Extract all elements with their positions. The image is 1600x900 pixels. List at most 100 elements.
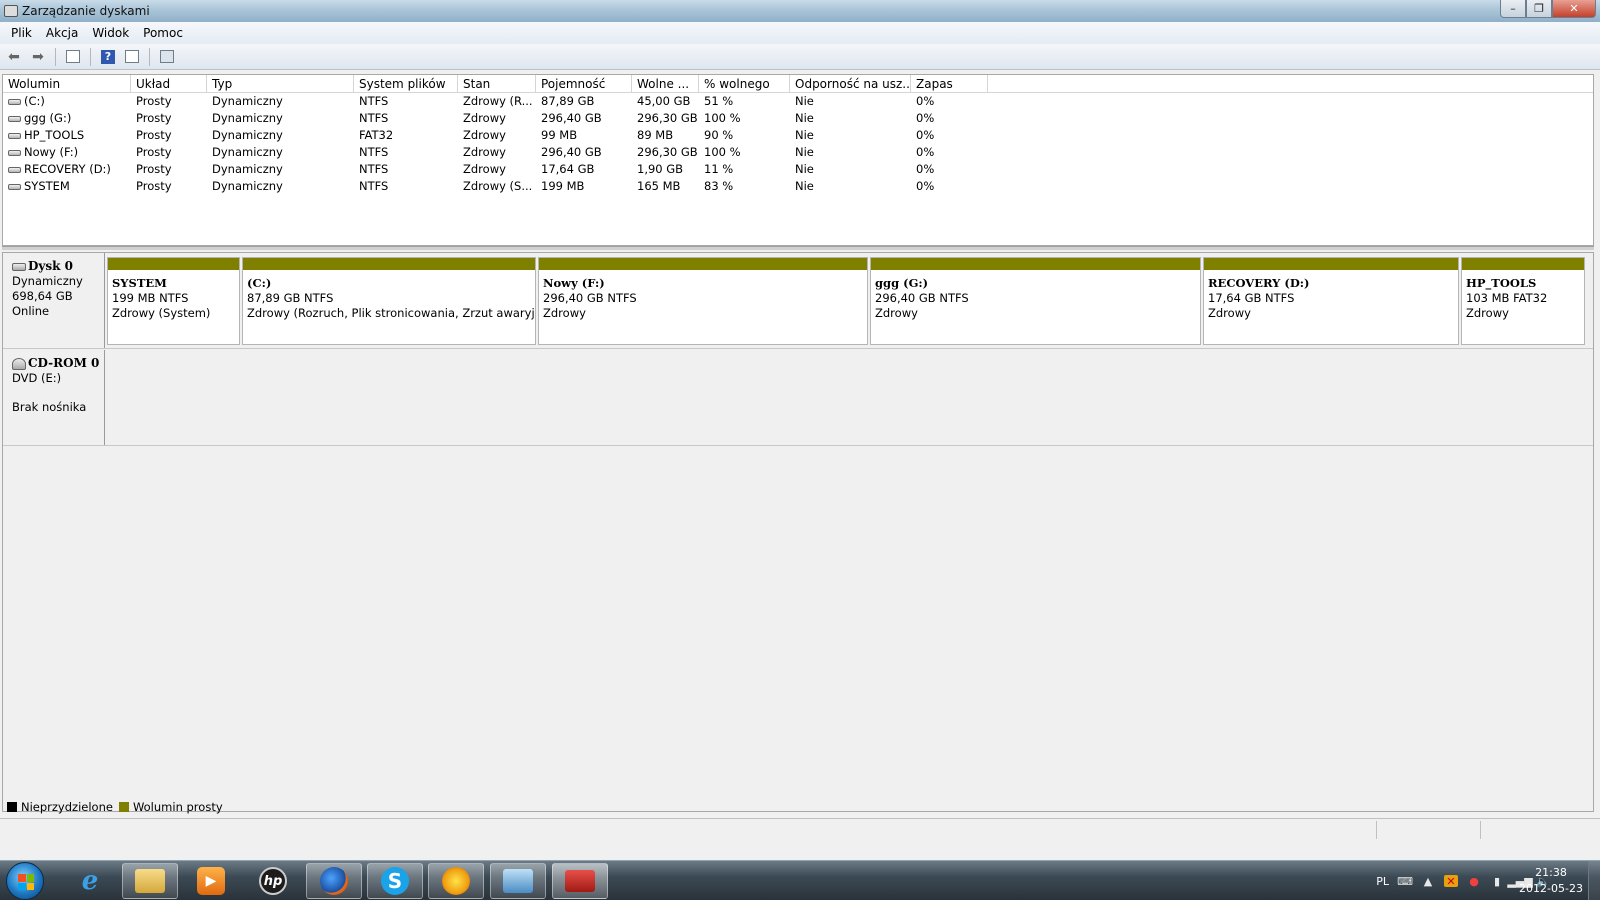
partition-status: Zdrowy (System) <box>112 306 211 320</box>
taskbar-media-player[interactable]: ▶ <box>183 863 239 899</box>
disk-0-size: 698,64 GB <box>12 289 73 303</box>
internet-explorer-icon: e <box>81 866 99 896</box>
partition-system[interactable]: SYSTEM 199 MB NTFS Zdrowy (System) <box>107 257 240 345</box>
table-row[interactable]: (C:) Prosty Dynamiczny NTFS Zdrowy (R... 87,8… <box>3 93 1593 110</box>
disk-0-status: Online <box>12 304 50 318</box>
volume-label: (C:) <box>24 94 45 108</box>
menu-plik[interactable]: Plik <box>4 26 39 40</box>
partition-color-bar <box>243 258 535 270</box>
keyboard-icon[interactable]: ⌨ <box>1397 875 1413 888</box>
column-header-procent-wolnego[interactable]: % wolnego <box>699 75 790 92</box>
column-header-typ[interactable]: Typ <box>207 75 354 92</box>
partition-size: 296,40 GB NTFS <box>875 291 969 305</box>
cell-volume-name: (C:) <box>3 93 131 110</box>
taskbar-firefox[interactable] <box>306 863 362 899</box>
column-header-system-plikow[interactable]: System plików <box>354 75 458 92</box>
partition-f[interactable]: Nowy (F:) 296,40 GB NTFS Zdrowy <box>538 257 868 345</box>
table-row[interactable]: HP_TOOLS Prosty Dynamiczny FAT32 Zdrowy 99 MB… <box>3 127 1593 144</box>
cell-percent-free: 11 % <box>704 162 734 176</box>
antivirus-icon[interactable]: ● <box>1467 875 1481 888</box>
maximize-button[interactable]: ❐ <box>1526 0 1552 18</box>
language-indicator[interactable]: PL <box>1376 875 1389 888</box>
partition-d[interactable]: RECOVERY (D:) 17,64 GB NTFS Zdrowy <box>1203 257 1459 345</box>
partition-c[interactable]: (C:) 87,89 GB NTFS Zdrowy (Rozruch, Plik… <box>242 257 536 345</box>
partition-size: 199 MB NTFS <box>112 291 189 305</box>
back-arrow-icon[interactable]: ⬅ <box>4 47 24 67</box>
column-header-wolumin[interactable]: Wolumin <box>3 75 131 92</box>
status-bar <box>0 818 1600 840</box>
forward-arrow-icon[interactable]: ➡ <box>28 47 48 67</box>
start-button[interactable] <box>6 862 44 900</box>
column-header-wolne[interactable]: Wolne ... <box>632 75 699 92</box>
properties-icon[interactable] <box>157 47 177 67</box>
partition-size: 17,64 GB NTFS <box>1208 291 1295 305</box>
cell-capacity: 296,40 GB <box>541 145 602 159</box>
taskbar-remote-desktop[interactable] <box>490 863 546 899</box>
menu-pomoc[interactable]: Pomoc <box>136 26 190 40</box>
column-header-uklad[interactable]: Układ <box>131 75 207 92</box>
show-hide-console-tree-icon[interactable] <box>63 47 83 67</box>
volume-list: Wolumin Układ Typ System plików Stan Poj… <box>2 74 1594 246</box>
partition-hp-tools[interactable]: HP_TOOLS 103 MB FAT32 Zdrowy <box>1461 257 1585 345</box>
partition-color-bar <box>539 258 867 270</box>
cell-free-space: 1,90 GB <box>637 162 684 176</box>
cell-free-space: 296,30 GB <box>637 111 698 125</box>
taskbar-skype[interactable]: S <box>367 863 423 899</box>
cell-free-space: 89 MB <box>637 128 674 142</box>
firefox-icon <box>320 867 348 895</box>
column-header-stan[interactable]: Stan <box>458 75 536 92</box>
action-center-icon[interactable]: ✕ <box>1444 875 1458 888</box>
battery-icon[interactable]: ▮ <box>1490 875 1504 888</box>
cell-overhead: 0% <box>916 145 935 159</box>
partition-name: RECOVERY (D:) <box>1208 276 1310 290</box>
cell-overhead: 0% <box>916 179 935 193</box>
table-row[interactable]: Nowy (F:) Prosty Dynamiczny NTFS Zdrowy 296,4… <box>3 144 1593 161</box>
table-row[interactable]: SYSTEM Prosty Dynamiczny NTFS Zdrowy (S... 19… <box>3 178 1593 195</box>
partition-status: Zdrowy <box>875 306 918 320</box>
partition-size: 103 MB FAT32 <box>1466 291 1548 305</box>
volume-label: HP_TOOLS <box>24 128 85 142</box>
window-controls: – ❐ ✕ <box>1500 0 1596 18</box>
cell-layout: Prosty <box>136 128 172 142</box>
cdrom-0-info[interactable]: CD-ROM 0 DVD (E:) Brak nośnika <box>3 350 105 445</box>
cdrom-0-drive: DVD (E:) <box>12 371 62 385</box>
partition-g[interactable]: ggg (G:) 296,40 GB NTFS Zdrowy <box>870 257 1201 345</box>
menu-akcja[interactable]: Akcja <box>39 26 85 40</box>
disk-0-info[interactable]: Dysk 0 Dynamiczny 698,64 GB Online <box>3 253 105 348</box>
partition-status: Zdrowy (Rozruch, Plik stronicowania, Zrz… <box>247 306 535 320</box>
cell-capacity: 199 MB <box>541 179 585 193</box>
cell-status: Zdrowy (S... <box>463 179 533 193</box>
column-header-odpornosc[interactable]: Odporność na usz... <box>790 75 911 92</box>
legend-unallocated: Nieprzydzielone <box>21 800 113 814</box>
cell-status: Zdrowy <box>463 128 506 142</box>
volume-drive-icon <box>8 149 21 156</box>
pane-splitter[interactable] <box>2 246 1594 250</box>
column-header-zapas[interactable]: Zapas <box>911 75 988 92</box>
taskbar-internet-explorer[interactable]: e <box>62 863 118 899</box>
cell-capacity: 87,89 GB <box>541 94 595 108</box>
help-icon[interactable]: ? <box>98 47 118 67</box>
partition-name: ggg (G:) <box>875 276 929 290</box>
cell-filesystem: FAT32 <box>359 128 394 142</box>
show-hidden-icons-icon[interactable]: ▲ <box>1421 875 1435 888</box>
menu-widok[interactable]: Widok <box>85 26 136 40</box>
minimize-button[interactable]: – <box>1500 0 1526 18</box>
show-hide-action-pane-icon[interactable] <box>122 47 142 67</box>
table-row[interactable]: ggg (G:) Prosty Dynamiczny NTFS Zdrowy 296,40… <box>3 110 1593 127</box>
taskbar-disk-management[interactable] <box>552 863 608 899</box>
show-desktop-button[interactable] <box>1588 861 1600 900</box>
cell-filesystem: NTFS <box>359 179 389 193</box>
taskbar-explorer[interactable] <box>122 863 178 899</box>
cell-filesystem: NTFS <box>359 145 389 159</box>
cd-rom-icon <box>12 357 26 370</box>
sun-icon <box>442 867 470 895</box>
taskbar-weather[interactable] <box>428 863 484 899</box>
cell-volume-name: ggg (G:) <box>3 110 131 127</box>
cell-filesystem: NTFS <box>359 111 389 125</box>
clock[interactable]: 21:38 2012-05-23 <box>1516 865 1586 897</box>
partition-color-bar <box>1204 258 1458 270</box>
column-header-pojemnosc[interactable]: Pojemność <box>536 75 632 92</box>
table-row[interactable]: RECOVERY (D:) Prosty Dynamiczny NTFS Zdrowy 1… <box>3 161 1593 178</box>
taskbar-hp[interactable]: hp <box>245 863 301 899</box>
close-button[interactable]: ✕ <box>1552 0 1596 18</box>
